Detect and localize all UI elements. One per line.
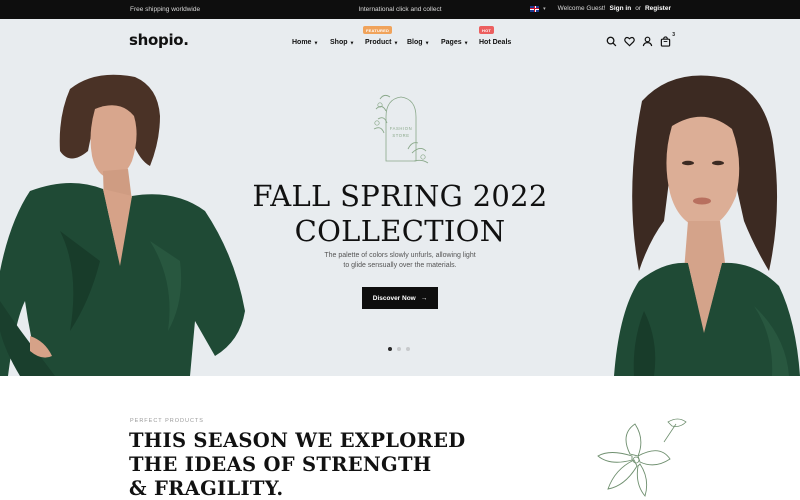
emblem-line2: STORE — [392, 133, 409, 138]
welcome-text: Welcome Guest! — [557, 5, 606, 12]
hot-badge: HOT — [479, 26, 495, 34]
header-actions: 3 — [606, 32, 675, 47]
arrow-right-icon: → — [420, 294, 428, 302]
hero-slider: FASHION STORE FALL SPRING 2022 COLLECTIO… — [0, 19, 800, 376]
hero-subtitle-line1: The palette of colors slowly unfurls, al… — [324, 252, 476, 259]
click-collect-text: International click and collect — [358, 6, 442, 13]
hero-title-line2: COLLECTION — [294, 214, 506, 248]
uk-flag-icon[interactable] — [530, 5, 540, 12]
intro-section: PERFECT PRODUCTS THIS SEASON WE EXPLORED… — [0, 376, 800, 500]
fashion-store-emblem: FASHION STORE — [373, 94, 429, 164]
botanical-flower-illustration — [597, 418, 687, 497]
discover-now-label: Discover Now — [372, 294, 416, 302]
slide-dot-2[interactable] — [397, 347, 401, 351]
hero-subtitle: The palette of colors slowly unfurls, al… — [0, 251, 800, 271]
hero-title: FALL SPRING 2022 COLLECTION — [0, 179, 800, 249]
cart-icon — [660, 36, 671, 47]
section-eyebrow: PERFECT PRODUCTS — [130, 418, 204, 424]
nav-item-shop[interactable]: Shop ▼ — [330, 39, 354, 46]
chevron-down-icon: ▼ — [393, 40, 399, 46]
heart-icon[interactable] — [624, 36, 635, 47]
nav-item-blog[interactable]: Blog ▼ — [407, 39, 430, 46]
featured-badge: FEATURED — [363, 26, 393, 34]
hero-subtitle-line2: to glide sensually over the materials. — [343, 262, 457, 269]
nav-item-product[interactable]: FEATURED Product ▼ — [363, 26, 399, 46]
discover-now-button[interactable]: Discover Now → — [362, 287, 438, 309]
user-icon[interactable] — [642, 36, 653, 47]
main-nav: Home ▼ Shop ▼ FEATURED Product ▼ Blog ▼ Page… — [0, 26, 800, 51]
slide-dot-1[interactable] — [388, 347, 392, 351]
emblem-line1: FASHION — [390, 126, 413, 131]
slide-dot-3[interactable] — [406, 347, 410, 351]
section-title-line1: THIS SEASON WE EXPLORED — [129, 429, 466, 452]
chevron-down-icon: ▼ — [463, 40, 469, 46]
cart-button[interactable]: 3 — [660, 32, 675, 47]
sign-in-link[interactable]: Sign in — [610, 5, 632, 12]
section-title: THIS SEASON WE EXPLORED THE IDEAS OF STR… — [129, 429, 465, 500]
hero-title-line1: FALL SPRING 2022 — [252, 179, 548, 213]
chevron-down-icon: ▼ — [424, 40, 430, 46]
search-icon[interactable] — [606, 36, 617, 47]
section-title-line3: & FRAGILITY. — [129, 477, 284, 500]
top-bar: Free shipping worldwide International cl… — [0, 0, 800, 19]
account-links: ▾ Welcome Guest! Sign in or Register — [530, 5, 671, 12]
slider-pagination — [388, 347, 410, 351]
nav-item-home[interactable]: Home ▼ — [292, 39, 318, 46]
chevron-down-icon: ▼ — [349, 40, 355, 46]
register-link[interactable]: Register — [645, 5, 671, 12]
or-text: or — [635, 5, 641, 12]
chevron-down-icon: ▼ — [313, 40, 319, 46]
section-title-line2: THE IDEAS OF STRENGTH — [129, 453, 432, 476]
nav-item-pages[interactable]: Pages ▼ — [441, 39, 469, 46]
nav-item-hot-deals[interactable]: HOT Hot Deals — [479, 26, 511, 46]
cart-count: 3 — [672, 32, 675, 38]
chevron-down-icon[interactable]: ▾ — [543, 6, 546, 12]
